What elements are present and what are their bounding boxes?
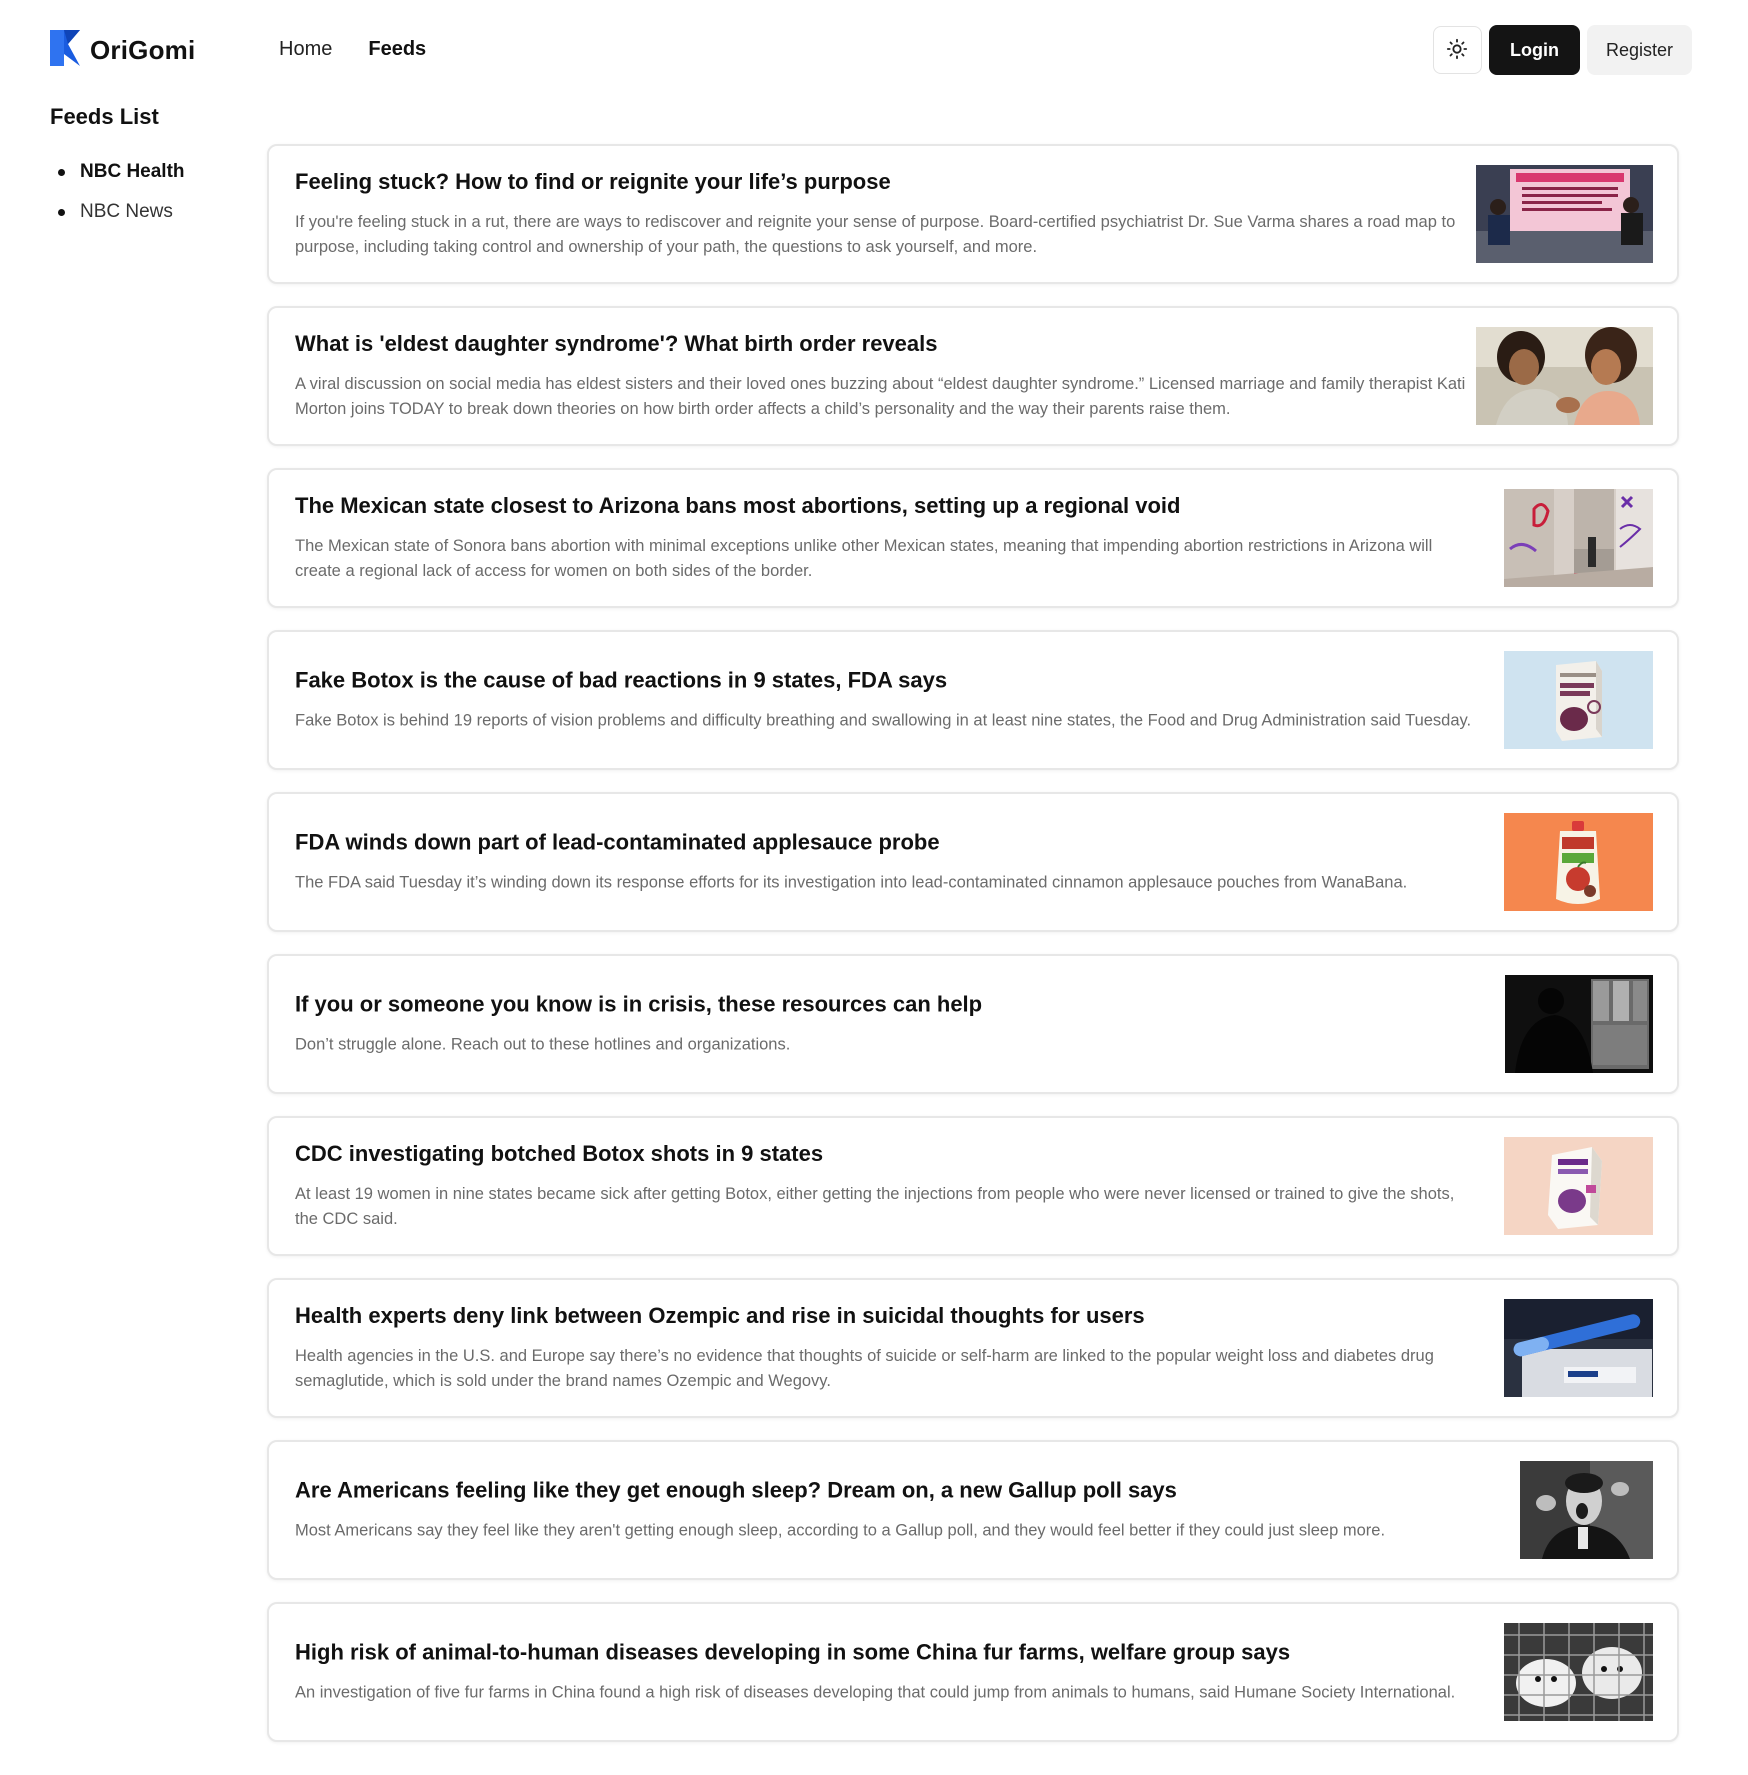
sidebar-item-nbc-health[interactable]: NBC Health — [50, 152, 250, 192]
feed-card[interactable]: The Mexican state closest to Arizona ban… — [267, 468, 1679, 608]
feed-card-body: CDC investigating botched Botox shots in… — [295, 1140, 1472, 1232]
feed-card-description: Health agencies in the U.S. and Europe s… — [295, 1347, 1434, 1390]
feed-card-body: High risk of animal-to-human diseases de… — [295, 1639, 1472, 1706]
feed-card-thumbnail[interactable] — [1504, 1623, 1653, 1721]
feed-card-title[interactable]: CDC investigating botched Botox shots in… — [295, 1140, 1472, 1168]
feed-card[interactable]: Health experts deny link between Ozempic… — [267, 1278, 1679, 1418]
feed-card-body: Are Americans feeling like they get enou… — [295, 1477, 1472, 1544]
feed-card-thumbnail[interactable] — [1504, 1299, 1653, 1397]
feed-card-thumbnail[interactable] — [1505, 975, 1653, 1073]
feed-card-thumbnail[interactable] — [1476, 327, 1653, 425]
feed-card-thumbnail[interactable] — [1504, 813, 1653, 911]
feed-card-title[interactable]: Feeling stuck? How to find or reignite y… — [295, 168, 1472, 196]
feed-list: Feeling stuck? How to find or reignite y… — [267, 144, 1679, 1764]
feed-card-thumbnail[interactable] — [1504, 1137, 1653, 1235]
main-nav: Home Feeds — [279, 38, 426, 61]
feed-card-title[interactable]: Fake Botox is the cause of bad reactions… — [295, 667, 1472, 695]
feed-card[interactable]: FDA winds down part of lead-contaminated… — [267, 792, 1679, 932]
header-actions: Login Register — [1432, 25, 1692, 75]
top-navbar: OriGomi Home Feeds Login Register — [0, 0, 1748, 100]
sidebar-title: Feeds List — [50, 104, 159, 129]
feed-card-body: Health experts deny link between Ozempic… — [295, 1302, 1472, 1394]
feed-card-description: Fake Botox is behind 19 reports of visio… — [295, 711, 1472, 730]
theme-toggle-button[interactable] — [1432, 26, 1482, 74]
feeds-list: NBC Health NBC News — [50, 152, 250, 232]
feed-card-thumbnail[interactable] — [1476, 165, 1653, 263]
origomi-logo-icon — [50, 30, 80, 71]
nav-home-link[interactable]: Home — [279, 38, 332, 61]
feed-card-body: Feeling stuck? How to find or reignite y… — [295, 168, 1472, 260]
feed-card-thumbnail[interactable] — [1520, 1461, 1653, 1559]
feed-card-title[interactable]: FDA winds down part of lead-contaminated… — [295, 829, 1472, 857]
brand-name: OriGomi — [90, 35, 196, 65]
feed-card-body: FDA winds down part of lead-contaminated… — [295, 829, 1472, 896]
feed-card[interactable]: Fake Botox is the cause of bad reactions… — [267, 630, 1679, 770]
feed-card-title[interactable]: High risk of animal-to-human diseases de… — [295, 1639, 1472, 1667]
feed-card-description: If you're feeling stuck in a rut, there … — [295, 213, 1456, 256]
feed-card-body: What is 'eldest daughter syndrome'? What… — [295, 330, 1472, 422]
feed-card-title[interactable]: Health experts deny link between Ozempic… — [295, 1302, 1472, 1330]
feed-card-description: Most Americans say they feel like they a… — [295, 1521, 1386, 1540]
register-button[interactable]: Register — [1586, 25, 1692, 75]
brand-logo-link[interactable]: OriGomi — [50, 30, 195, 71]
feed-card[interactable]: Feeling stuck? How to find or reignite y… — [267, 144, 1679, 284]
feed-card-description: The Mexican state of Sonora bans abortio… — [295, 537, 1433, 580]
feed-card-description: The FDA said Tuesday it’s winding down i… — [295, 873, 1408, 892]
feed-card-description: At least 19 women in nine states became … — [295, 1185, 1455, 1228]
feed-card-description: An investigation of five fur farms in Ch… — [295, 1683, 1456, 1702]
feed-card-title[interactable]: The Mexican state closest to Arizona ban… — [295, 492, 1472, 520]
sidebar-item-nbc-news[interactable]: NBC News — [50, 192, 250, 232]
feed-card[interactable]: High risk of animal-to-human diseases de… — [267, 1602, 1679, 1742]
feed-card-title[interactable]: If you or someone you know is in crisis,… — [295, 991, 1472, 1019]
feed-card[interactable]: Are Americans feeling like they get enou… — [267, 1440, 1679, 1580]
feeds-sidebar: Feeds List NBC Health NBC News — [50, 104, 250, 232]
login-button[interactable]: Login — [1488, 25, 1580, 75]
feed-card-title[interactable]: Are Americans feeling like they get enou… — [295, 1477, 1472, 1505]
feed-card-body: Fake Botox is the cause of bad reactions… — [295, 667, 1472, 734]
feed-card[interactable]: CDC investigating botched Botox shots in… — [267, 1116, 1679, 1256]
feed-card[interactable]: What is 'eldest daughter syndrome'? What… — [267, 306, 1679, 446]
feed-card-body: If you or someone you know is in crisis,… — [295, 991, 1472, 1058]
feed-card-body: The Mexican state closest to Arizona ban… — [295, 492, 1472, 584]
nav-feeds-link[interactable]: Feeds — [368, 38, 426, 61]
feed-card[interactable]: If you or someone you know is in crisis,… — [267, 954, 1679, 1094]
feed-card-thumbnail[interactable] — [1504, 651, 1653, 749]
sun-icon — [1446, 38, 1468, 63]
feed-card-thumbnail[interactable] — [1504, 489, 1653, 587]
feed-card-description: A viral discussion on social media has e… — [295, 375, 1466, 418]
feed-card-description: Don’t struggle alone. Reach out to these… — [295, 1035, 791, 1054]
feed-card-title[interactable]: What is 'eldest daughter syndrome'? What… — [295, 330, 1472, 358]
